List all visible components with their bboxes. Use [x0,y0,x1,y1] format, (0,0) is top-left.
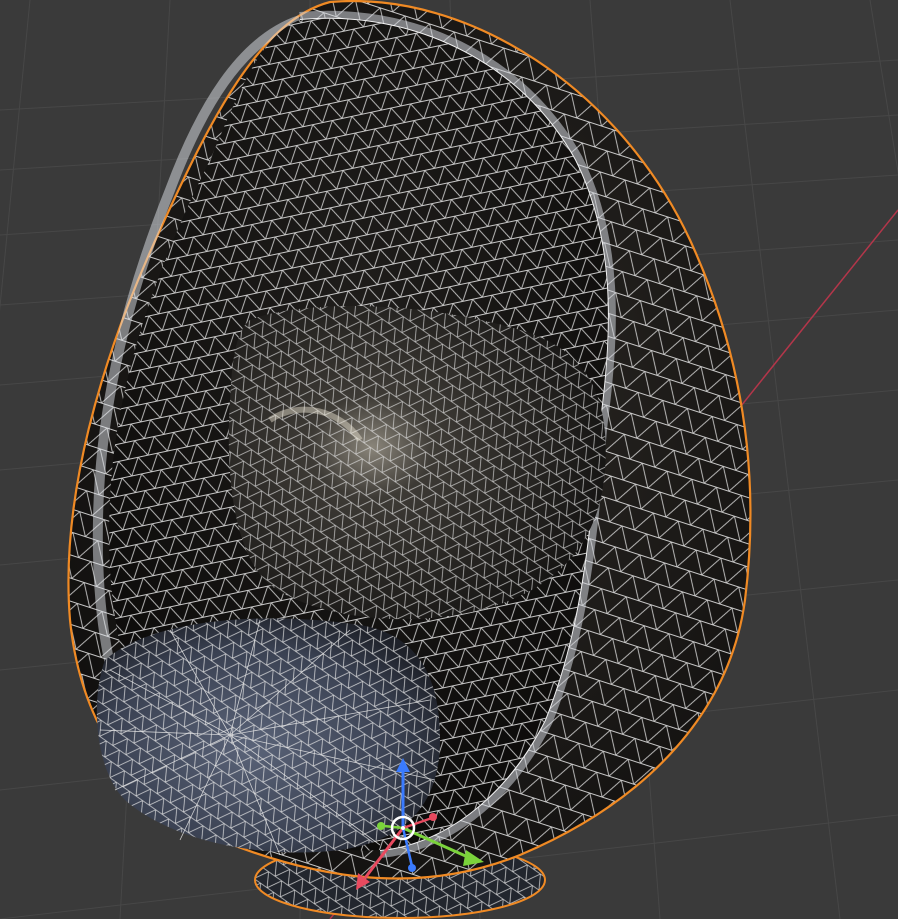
pivot-point [401,826,405,830]
3d-viewport[interactable] [0,0,898,919]
x-axis-handle [429,813,437,821]
seat-cushion[interactable] [96,618,440,856]
y-axis-handle [377,822,385,830]
z-axis-handle [408,864,416,872]
back-cushion[interactable] [228,306,606,620]
